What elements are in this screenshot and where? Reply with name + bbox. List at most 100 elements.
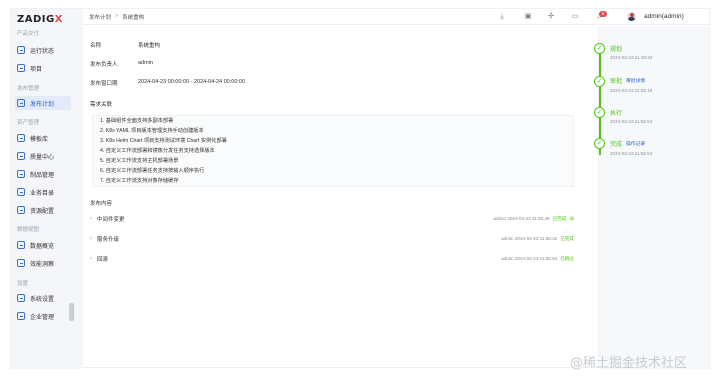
sidebar-item-label: 业务目录 — [30, 190, 55, 197]
sidebar-collapse-handle[interactable] — [69, 303, 74, 321]
sidebar-item-enterprise[interactable]: 企业管理 — [15, 309, 71, 323]
timeline-step-time: 2024-04-23 11:48:34 — [610, 55, 653, 60]
content-row-middleware[interactable]: › 中间件变更 admin 2024-04-23 11:55:46 已完成 详 — [90, 213, 576, 225]
sidebar-item-label: 效能洞察 — [30, 261, 55, 268]
quality-icon — [17, 152, 25, 160]
docs-icon[interactable]: ▣ — [524, 13, 532, 21]
section-settings: 设置 — [17, 281, 29, 287]
sidebar-item-quality[interactable]: 质量中心 — [15, 149, 71, 163]
topbar: 发布计划 > 系统重构 ⤓ ▣ ✣ ▭ ♫ 6 admin(admin) — [83, 9, 711, 25]
message-icon[interactable]: ▭ — [571, 13, 579, 21]
content-name: 中间件变更 — [97, 217, 125, 223]
timeline-step-title: 规划 — [610, 47, 623, 53]
sidebar-item-label: 模板库 — [30, 136, 49, 143]
sidebar-item-catalog[interactable]: 业务目录 — [15, 185, 71, 199]
sidebar-item-project[interactable]: 项目 — [15, 61, 71, 75]
section-assets: 资产管理 — [17, 120, 40, 126]
operation-log-link[interactable]: 操作记录 — [626, 140, 645, 147]
status-badge: 已跳过 — [560, 256, 574, 261]
logo-accent: X — [54, 13, 63, 25]
owner-label: 发布负责人 — [90, 62, 118, 68]
content-author-time: admin 2024-04-23 11:55:46 — [493, 216, 550, 221]
sidebar-item-label: 质量中心 — [30, 154, 55, 161]
check-icon: ✓ — [594, 138, 605, 149]
avatar[interactable] — [627, 12, 636, 21]
monitor-icon — [17, 46, 25, 54]
status-badge: 已完成 — [560, 236, 574, 241]
calendar-edit-icon — [17, 99, 25, 107]
sidebar-item-insights[interactable]: 效能洞察 — [15, 256, 71, 270]
sidebar-item-label: 制品管理 — [30, 172, 55, 179]
plugin-icon[interactable]: ✣ — [547, 13, 555, 21]
sidebar-item-label: 系统设置 — [30, 296, 55, 303]
timeline-step-time: 2024-04-23 11:56:54 — [610, 151, 653, 156]
name-value: 系统重构 — [138, 43, 161, 49]
sidebar-item-overview[interactable]: 数据概览 — [15, 238, 71, 252]
sidebar-item-label: 发布计划 — [30, 101, 55, 108]
section-product: 产品交付 — [17, 31, 40, 37]
timeline-step-title: 执行 — [610, 111, 623, 117]
approval-detail-link[interactable]: 审批详情 — [626, 77, 645, 84]
logo[interactable]: ZADIG X — [17, 13, 62, 25]
chevron-right-icon: › — [90, 236, 92, 242]
requirement-item: 2. K8s YAML 项目版本管理支持手动创建版本 — [100, 128, 204, 134]
content-author-time: admin 2024-04-23 11:56:32 — [501, 236, 558, 241]
section-release: 发布管理 — [17, 86, 40, 92]
catalog-icon — [17, 188, 25, 196]
check-icon: ✓ — [594, 43, 605, 54]
breadcrumb: 发布计划 > 系统重构 — [89, 13, 144, 21]
sidebar: ZADIG X 产品交付 运行状态 项目 发布管理 发布计划 资产管理 模板库 质… — [11, 9, 83, 369]
user-name[interactable]: admin(admin) — [644, 13, 684, 20]
chevron-right-icon: › — [90, 256, 92, 262]
breadcrumb-separator: > — [115, 13, 119, 19]
content-row-service-upgrade[interactable]: › 服务升级 admin 2024-04-23 11:56:32 已完成 — [90, 233, 576, 245]
timeline-step-title: 审批 — [610, 79, 623, 85]
content-name: 回滚 — [97, 257, 109, 263]
sidebar-item-artifacts[interactable]: 制品管理 — [15, 167, 71, 181]
requirement-item: 1. 基础组件全面支持多副本部署 — [100, 118, 174, 124]
insight-icon — [17, 259, 25, 267]
window-label: 发布窗口期 — [90, 81, 118, 87]
template-icon — [17, 134, 25, 142]
sidebar-item-templates[interactable]: 模板库 — [15, 131, 71, 145]
gear-icon — [17, 294, 25, 302]
notification-badge: 6 — [599, 11, 607, 17]
sidebar-item-label: 企业管理 — [30, 314, 55, 321]
content-row-rollback[interactable]: › 回滚 admin 2024-04-23 11:56:54 已跳过 — [90, 253, 576, 265]
content-title: 发布内容 — [90, 201, 113, 207]
timeline-step-time: 2024-04-23 11:55:16 — [610, 88, 653, 93]
requirement-item: 5. 自定义工作流支持主机部署场景 — [100, 158, 179, 164]
download-icon[interactable]: ⤓ — [498, 13, 506, 21]
resource-icon — [17, 206, 25, 214]
timeline-step-time: 2024-04-23 11:56:54 — [610, 119, 653, 124]
sidebar-item-resources[interactable]: 资源配置 — [15, 203, 71, 217]
sidebar-item-status[interactable]: 运行状态 — [15, 43, 71, 57]
section-data: 数据视图 — [17, 227, 40, 233]
content-meta: admin 2024-04-23 11:56:32 已完成 — [501, 236, 574, 242]
enterprise-icon — [17, 312, 25, 320]
requirement-item: 7. 自定义工作流支持对象存储缓存 — [100, 178, 179, 184]
sidebar-item-label: 数据概览 — [30, 243, 55, 250]
artifact-icon — [17, 170, 25, 178]
requirement-item: 3. K8s Helm Chart 项目支持测试环境 Chart 实例化部署 — [100, 138, 227, 144]
chart-icon — [17, 241, 25, 249]
sidebar-item-label: 项目 — [30, 66, 43, 73]
content-author-time: admin 2024-04-23 11:56:54 — [501, 256, 558, 261]
watermark: @稀土掘金技术社区 — [570, 356, 688, 371]
sidebar-item-release-plan[interactable]: 发布计划 — [15, 96, 71, 110]
content-name: 服务升级 — [97, 237, 120, 243]
project-icon — [17, 64, 25, 72]
requirements-title: 需求关联 — [90, 102, 113, 108]
requirement-item: 6. 自定义工作流部署任务支持按输入顺序执行 — [100, 168, 205, 174]
breadcrumb-root[interactable]: 发布计划 — [89, 13, 111, 21]
content-meta: admin 2024-04-23 11:56:54 已跳过 — [501, 256, 574, 262]
owner-value: admin — [138, 60, 153, 66]
check-icon: ✓ — [594, 76, 605, 87]
sidebar-item-label: 资源配置 — [30, 208, 55, 215]
detail-link[interactable]: 详 — [569, 216, 574, 222]
sidebar-item-system-settings[interactable]: 系统设置 — [15, 291, 71, 305]
sidebar-item-label: 运行状态 — [30, 48, 55, 55]
window-value: 2024-04-23 00:00:00 - 2024-04-24 00:00:0… — [138, 79, 246, 85]
content-meta: admin 2024-04-23 11:55:46 已完成 详 — [493, 216, 574, 222]
timeline-step-title: 完成 — [610, 142, 623, 148]
